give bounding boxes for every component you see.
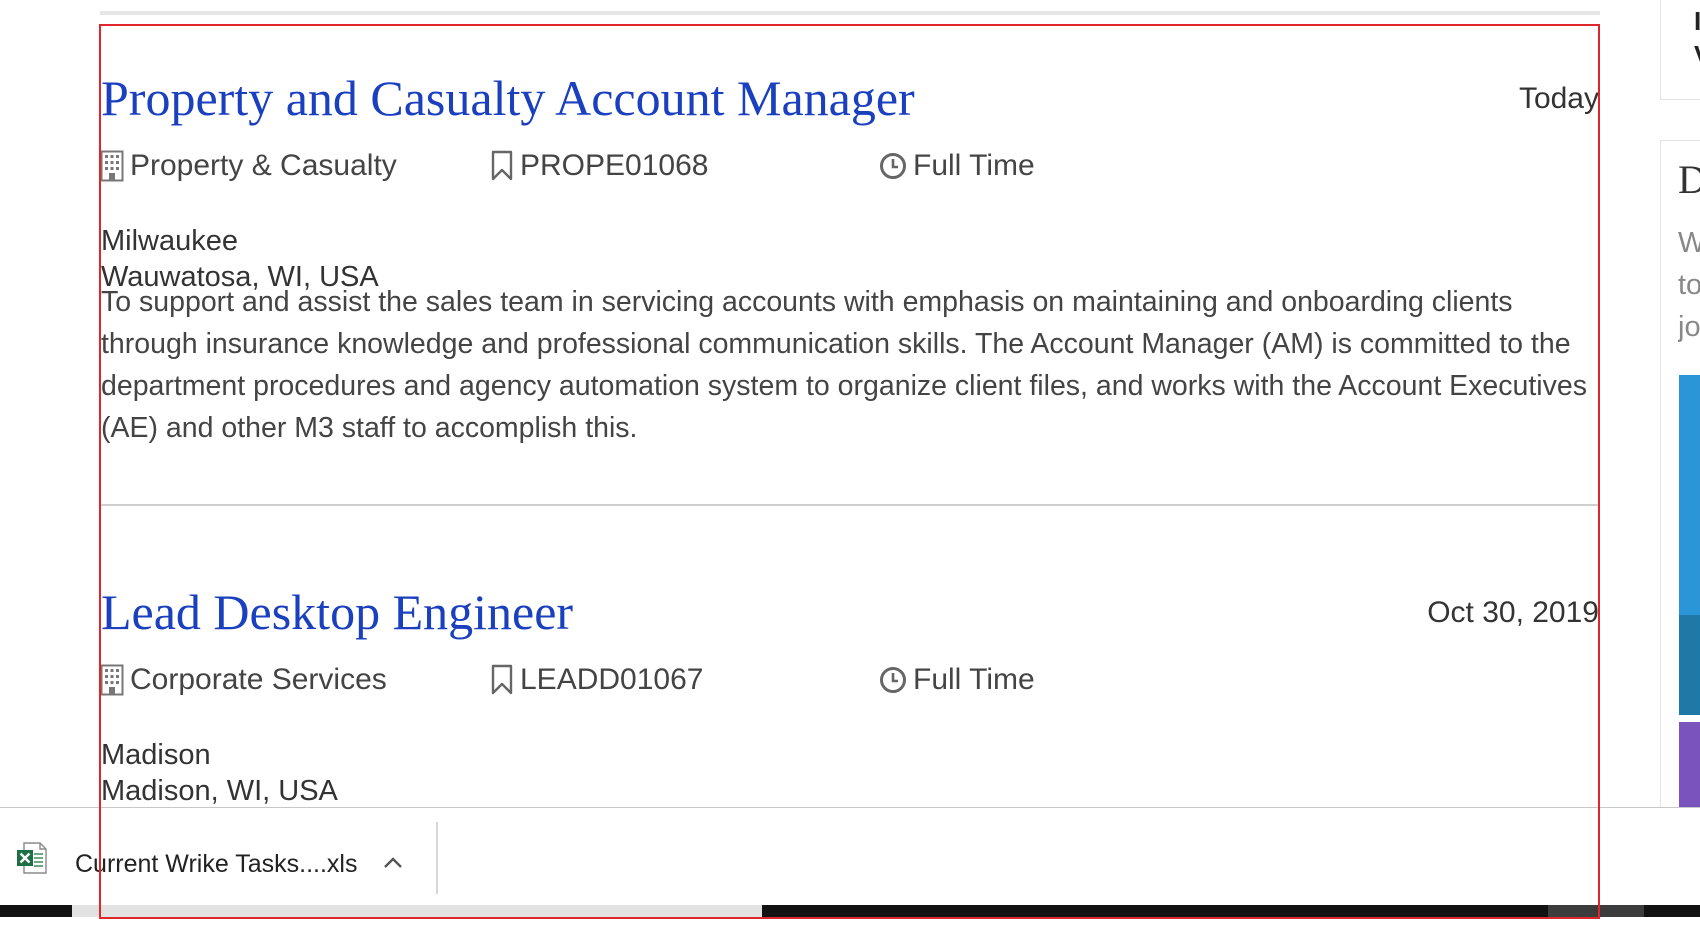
download-item[interactable]: Current Wrike Tasks....xls xyxy=(0,808,437,906)
excel-file-icon xyxy=(17,842,47,874)
bookmark-icon xyxy=(491,150,513,181)
location-name: Madison xyxy=(101,739,211,771)
taskbar-strip xyxy=(0,905,1700,917)
job-requisition: PROPE01068 xyxy=(490,146,708,186)
chevron-up-icon[interactable] xyxy=(378,848,408,878)
location-name: Milwaukee xyxy=(101,225,238,257)
job-description: To support and assist the sales team in … xyxy=(101,286,1587,444)
job-posted-date: Oct 30, 2019 xyxy=(1427,596,1599,629)
clock-icon xyxy=(880,667,906,693)
bookmark-icon xyxy=(491,664,513,695)
taskbar-segment xyxy=(1548,905,1644,917)
sidebar-text-line: jo xyxy=(1678,311,1700,343)
top-divider xyxy=(100,11,1600,15)
job-meta: Corporate Services LEADD01067 Full Time xyxy=(100,660,1599,700)
job-type: Full Time xyxy=(879,146,1035,186)
job-posted-date: Today xyxy=(1518,82,1599,115)
taskbar-segment xyxy=(72,905,762,917)
download-separator xyxy=(436,822,438,894)
job-title-link[interactable]: Property and Casualty Account Manager xyxy=(101,68,915,128)
sidebar-text: W to jo xyxy=(1678,222,1700,348)
requisition-id-label: PROPE01068 xyxy=(520,149,709,182)
job-listing: Lead Desktop Engineer Oct 30, 2019 Corpo… xyxy=(100,582,1599,822)
job-type-label: Full Time xyxy=(913,663,1035,696)
job-location: Madison Madison, WI, USA xyxy=(101,737,338,809)
job-meta: Property & Casualty PROPE01068 Full Time xyxy=(100,146,1599,186)
sidebar-teal-tile[interactable] xyxy=(1679,615,1700,715)
job-department: Corporate Services xyxy=(100,660,387,700)
job-type: Full Time xyxy=(879,660,1035,700)
job-type-label: Full Time xyxy=(913,149,1035,182)
job-requisition: LEADD01067 xyxy=(490,660,703,700)
job-department: Property & Casualty xyxy=(100,146,397,186)
sidebar-heading: D xyxy=(1678,157,1700,202)
download-file-name: Current Wrike Tasks....xls xyxy=(75,850,358,878)
sidebar-text-line: W xyxy=(1678,227,1700,259)
download-bar: Current Wrike Tasks....xls xyxy=(0,807,1700,905)
job-title-link[interactable]: Lead Desktop Engineer xyxy=(101,582,573,642)
requisition-id-label: LEADD01067 xyxy=(520,663,704,696)
sidebar-card-text: I V xyxy=(1694,6,1700,70)
job-listing: Property and Casualty Account Manager To… xyxy=(100,68,1599,508)
department-label: Property & Casualty xyxy=(130,149,397,182)
department-label: Corporate Services xyxy=(130,663,387,696)
building-icon xyxy=(100,664,124,696)
clock-icon xyxy=(880,153,906,179)
building-icon xyxy=(100,150,124,182)
location-address: Madison, WI, USA xyxy=(101,775,338,807)
sidebar-blue-tile[interactable] xyxy=(1679,375,1700,615)
job-divider xyxy=(101,504,1599,506)
sidebar-purple-tile[interactable] xyxy=(1679,722,1700,812)
sidebar-text-line: to xyxy=(1678,269,1700,301)
